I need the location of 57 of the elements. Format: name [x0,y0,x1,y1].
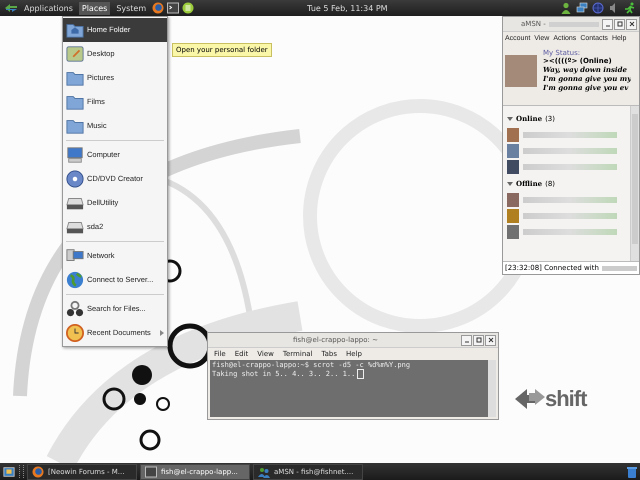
close-icon [628,21,634,27]
minimize-button[interactable] [461,334,472,346]
close-button[interactable] [626,18,637,30]
ring-drawing [102,388,126,410]
panel-menu[interactable]: Places [78,2,110,14]
ring-drawing [140,430,160,450]
maximize-icon [476,337,482,343]
folder-icon [66,117,84,135]
dot-drawing [134,393,146,405]
blurred-text [548,22,599,26]
panel-menu[interactable]: Applications [21,2,76,14]
network-icon[interactable] [576,2,588,14]
arrows-logo-icon [515,387,545,411]
blurred-contact[interactable] [507,224,617,240]
globe-icon [66,271,84,289]
expander-icon[interactable] [507,180,513,186]
minimize-button[interactable] [602,18,613,30]
blurred-contact[interactable] [507,127,617,143]
folder-icon [66,69,84,87]
computer-icon [66,146,84,164]
logo-text: shift [545,386,586,412]
firefox-icon[interactable] [152,2,164,14]
panel-menu[interactable]: System [113,2,150,14]
clock-icon [66,324,84,342]
desktop-icon [66,45,84,63]
globe-icon[interactable] [592,2,604,14]
home-folder-icon [66,21,84,39]
blurred-text [602,266,637,270]
maximize-icon [616,21,622,27]
trash-icon[interactable] [626,466,638,478]
folder-icon [66,93,84,111]
clock[interactable]: Tue 5 Feb, 11:34 PM [307,4,388,12]
expander-icon[interactable] [507,116,513,122]
notes-icon[interactable] [182,2,194,14]
close-icon [488,337,494,343]
firefox-icon [32,466,44,478]
people-icon [258,466,270,478]
blurred-contact[interactable] [507,192,617,208]
close-button[interactable] [485,334,496,346]
maximize-button[interactable] [614,18,625,30]
submenu-arrow-icon [160,330,164,336]
maximize-button[interactable] [473,334,484,346]
blurred-contact[interactable] [507,143,617,159]
blurred-contact[interactable] [507,159,617,175]
terminal-icon [145,466,157,478]
disc-icon [66,170,84,188]
ring-drawing [156,397,170,411]
show-desktop-icon[interactable] [2,466,16,478]
photo-placeholder [505,55,537,87]
scrollbar[interactable] [488,360,496,417]
scrollbar[interactable] [630,106,639,261]
dot-drawing [132,365,152,385]
binoculars-icon [66,300,84,318]
running-man-icon[interactable] [624,2,636,14]
terminal-icon[interactable] [167,2,180,14]
person-icon[interactable] [560,2,572,14]
arrows-logo-icon[interactable] [4,2,18,14]
